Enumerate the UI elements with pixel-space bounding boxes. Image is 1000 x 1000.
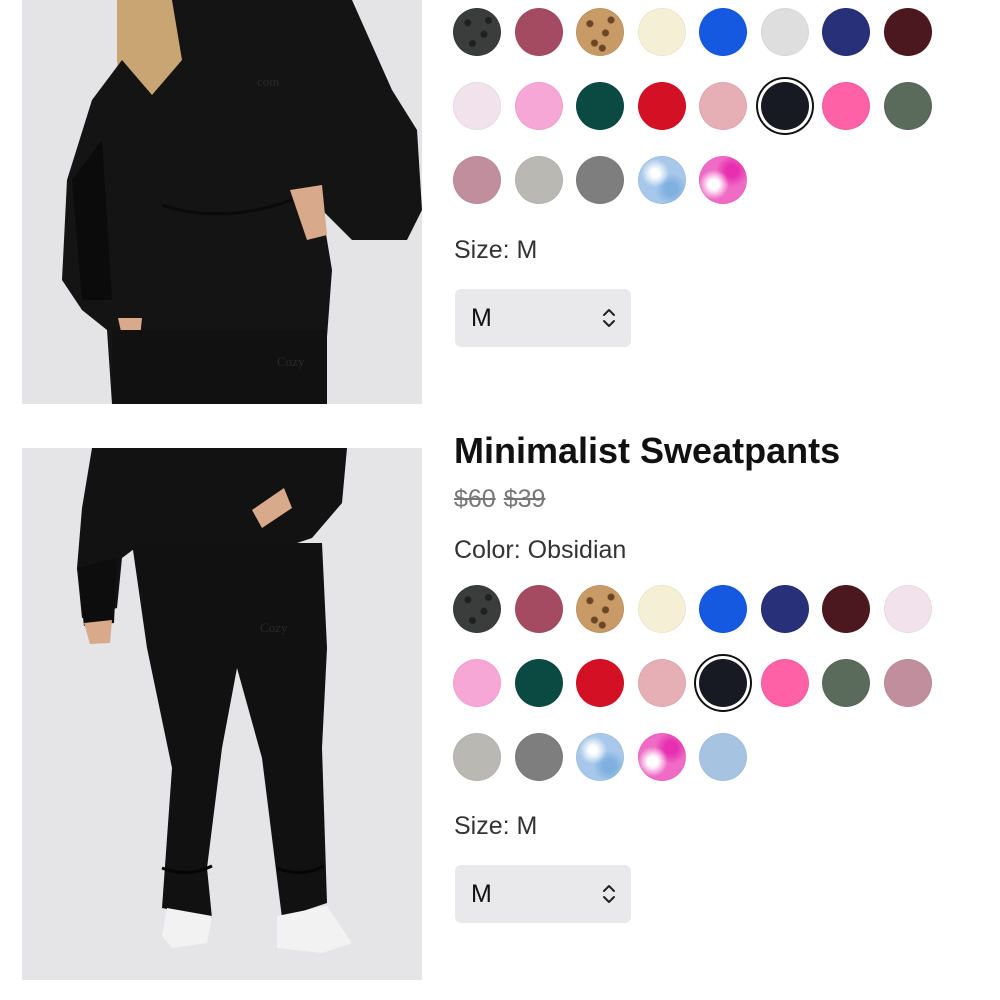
hoodie-swatch-light-pink[interactable] (453, 82, 501, 130)
hoodie-swatch-sage[interactable] (884, 82, 932, 130)
sweatpants-swatch-berry[interactable] (515, 585, 563, 633)
sweatpants-swatch-stone[interactable] (453, 733, 501, 781)
svg-text:Cozy: Cozy (260, 620, 288, 635)
hoodie-size-value: M (471, 304, 492, 332)
sweatpants-swatch-burgundy[interactable] (822, 585, 870, 633)
sweatpants-size-label: Size: M (454, 812, 538, 840)
sweatpants-swatch-light-blue[interactable] (699, 733, 747, 781)
sweatpants-swatch-red[interactable] (576, 659, 624, 707)
sweatpants-size-select[interactable]: M (455, 865, 631, 923)
hoodie-swatch-mauve[interactable] (453, 156, 501, 204)
hoodie-swatch-pink-tie-dye[interactable] (699, 156, 747, 204)
sweatpants-swatch-mauve[interactable] (884, 659, 932, 707)
sweatpants-swatch-hot-pink[interactable] (761, 659, 809, 707)
sweatpants-swatch-pink-tie-dye[interactable] (638, 733, 686, 781)
original-price: $60 (454, 485, 496, 513)
hoodie-swatch-leopard-dark[interactable] (453, 8, 501, 56)
hoodie-product-image[interactable]: com Cozy (22, 0, 422, 404)
product-title[interactable]: Minimalist Sweatpants (454, 430, 840, 472)
sweatpants-model-photo: Cozy (22, 448, 422, 980)
hoodie-swatch-bubblegum[interactable] (515, 82, 563, 130)
hoodie-swatch-hot-pink[interactable] (822, 82, 870, 130)
sweatpants-swatch-light-pink[interactable] (884, 585, 932, 633)
hoodie-swatch-royal-blue[interactable] (699, 8, 747, 56)
sweatpants-swatch-royal-blue[interactable] (699, 585, 747, 633)
sweatpants-product-image[interactable]: Cozy (22, 448, 422, 980)
svg-text:Cozy: Cozy (277, 354, 305, 369)
hoodie-model-photo: com Cozy (22, 0, 422, 404)
product-price: $60 $39 (454, 485, 545, 514)
sweatpants-swatch-charcoal[interactable] (515, 733, 563, 781)
hoodie-swatch-stone[interactable] (515, 156, 563, 204)
sweatpants-size-value: M (471, 880, 492, 908)
hoodie-swatch-burgundy[interactable] (884, 8, 932, 56)
sweatpants-swatch-obsidian[interactable] (699, 659, 747, 707)
hoodie-swatch-berry[interactable] (515, 8, 563, 56)
sweatpants-swatch-leopard-dark[interactable] (453, 585, 501, 633)
select-chevron-icon (603, 309, 615, 327)
sweatpants-swatch-forest[interactable] (515, 659, 563, 707)
hoodie-swatch-heather-grey[interactable] (761, 8, 809, 56)
sweatpants-swatch-navy[interactable] (761, 585, 809, 633)
sweatpants-swatch-sage[interactable] (822, 659, 870, 707)
hoodie-size-label: Size: M (454, 236, 538, 264)
sweatpants-swatch-dusty-pink[interactable] (638, 659, 686, 707)
hoodie-swatch-charcoal[interactable] (576, 156, 624, 204)
hoodie-swatch-leopard[interactable] (576, 8, 624, 56)
svg-text:com: com (257, 74, 279, 89)
hoodie-swatch-forest[interactable] (576, 82, 624, 130)
sale-price: $39 (503, 485, 546, 513)
hoodie-swatch-dusty-pink[interactable] (699, 82, 747, 130)
sweatpants-swatch-sky-tie-dye[interactable] (576, 733, 624, 781)
sweatpants-swatch-bubblegum[interactable] (453, 659, 501, 707)
hoodie-swatch-navy[interactable] (822, 8, 870, 56)
hoodie-swatch-obsidian[interactable] (761, 82, 809, 130)
hoodie-swatch-cream[interactable] (638, 8, 686, 56)
hoodie-swatch-sky-tie-dye[interactable] (638, 156, 686, 204)
sweatpants-color-label: Color: Obsidian (454, 536, 627, 564)
select-chevron-icon (603, 885, 615, 903)
hoodie-swatch-red[interactable] (638, 82, 686, 130)
sweatpants-swatch-leopard[interactable] (576, 585, 624, 633)
hoodie-size-select[interactable]: M (455, 289, 631, 347)
sweatpants-swatch-cream[interactable] (638, 585, 686, 633)
